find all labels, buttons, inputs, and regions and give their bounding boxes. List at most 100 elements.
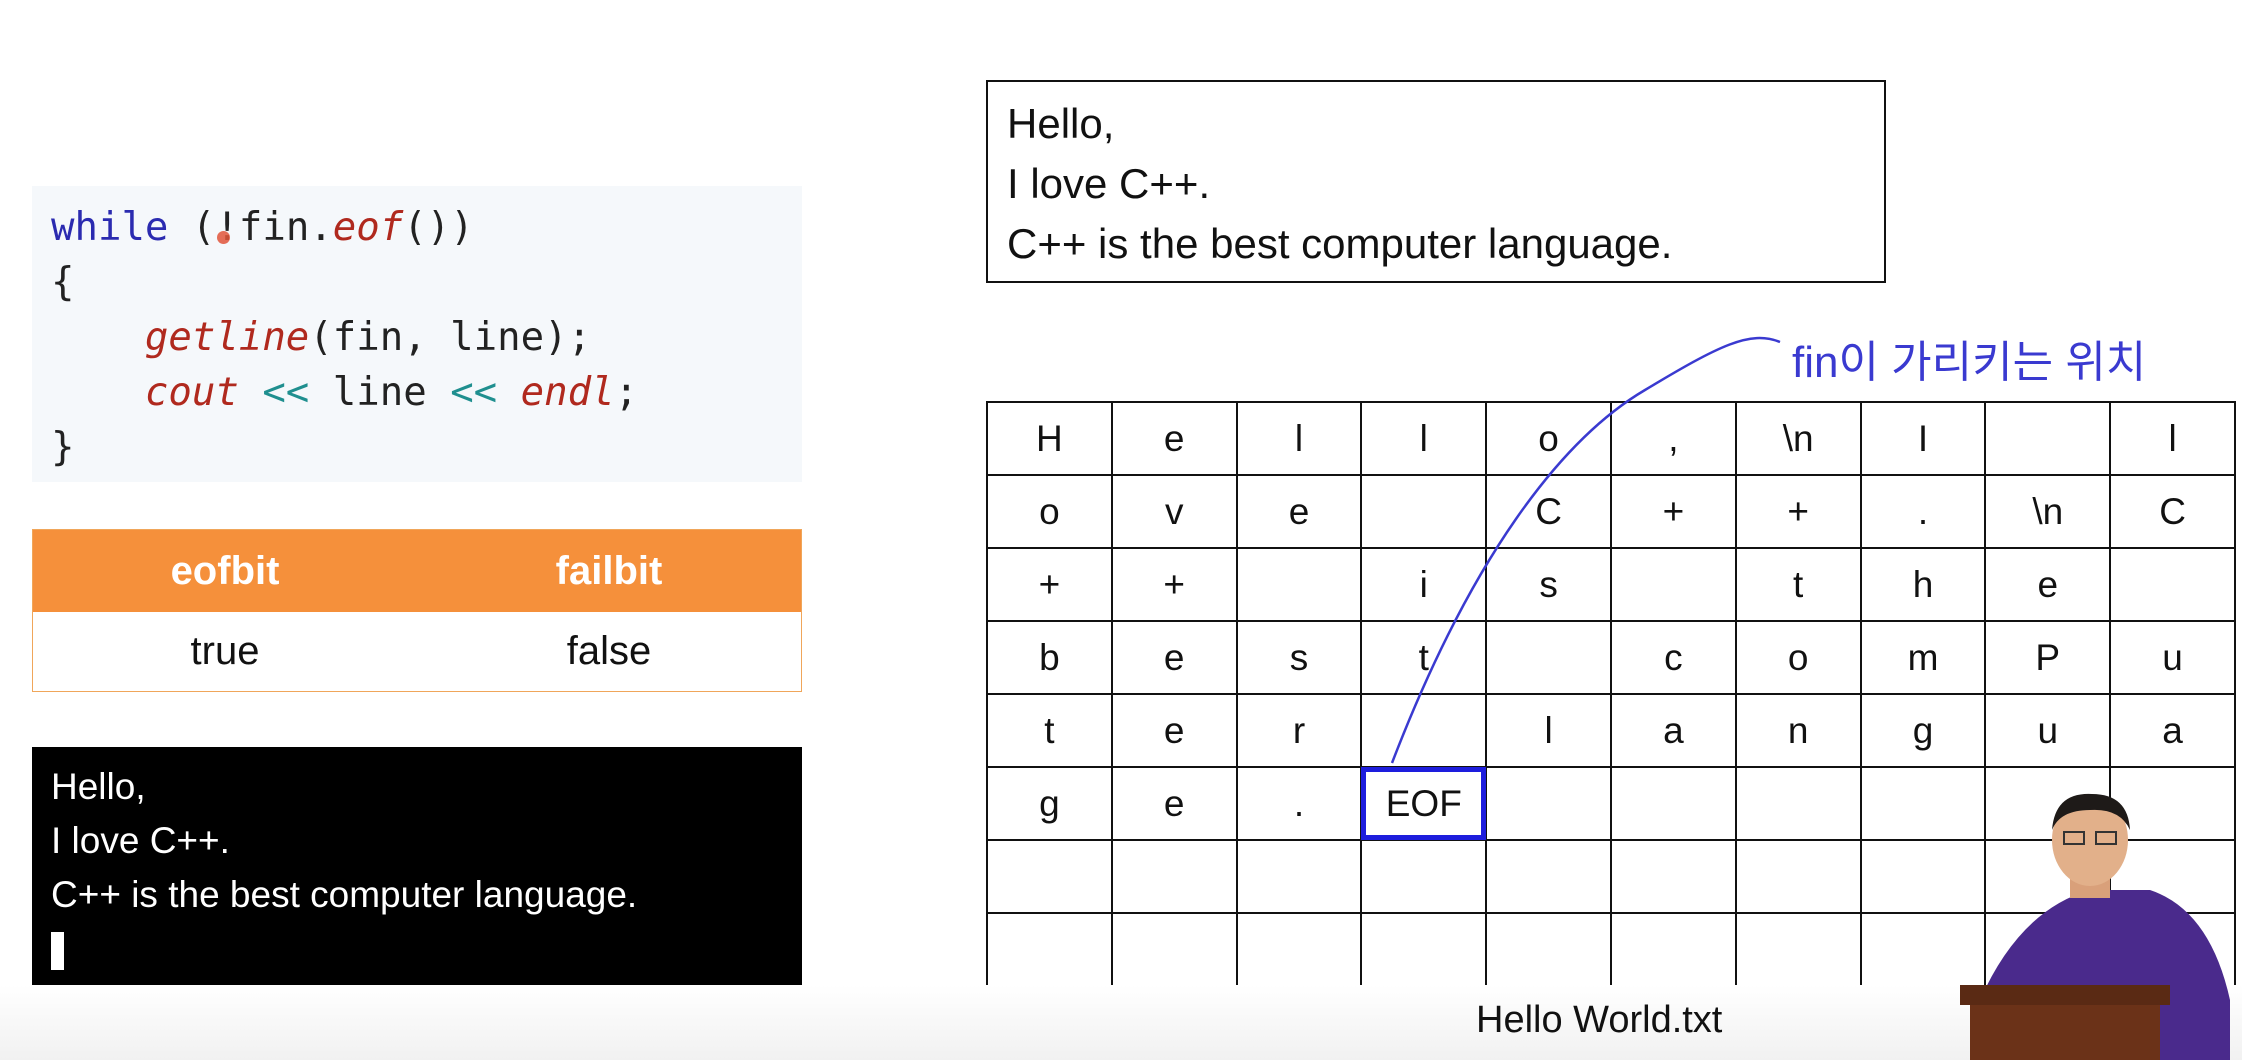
- grid-cell: a: [1609, 693, 1737, 768]
- grid-cell: [1360, 474, 1488, 549]
- code-token: getline: [144, 315, 310, 360]
- grid-cell: c: [1609, 620, 1737, 695]
- grid-cell: u: [2109, 620, 2236, 695]
- grid-cell: [1485, 912, 1612, 987]
- stream-flags-table: eofbit failbit true false: [32, 529, 802, 692]
- code-token: {: [51, 260, 75, 305]
- console-caret: [51, 932, 64, 970]
- grid-cell: t: [986, 693, 1113, 768]
- file-line: C++ is the best computer language.: [1007, 220, 1673, 267]
- code-token: while: [51, 205, 169, 250]
- grid-cell: e: [1110, 401, 1238, 476]
- grid-cell: I: [1859, 401, 1987, 476]
- grid-cell: o: [1734, 620, 1862, 695]
- grid-cell: e: [1110, 693, 1238, 768]
- grid-cell: .: [1859, 474, 1987, 549]
- grid-cell: .: [1235, 766, 1363, 841]
- code-token: ()): [403, 205, 474, 250]
- grid-cell: e: [1235, 474, 1363, 549]
- grid-cell: s: [1235, 620, 1363, 695]
- code-token: (fin, line);: [309, 315, 592, 360]
- file-content-box: Hello, I love C++. C++ is the best compu…: [986, 80, 1886, 283]
- console-line: Hello,: [51, 766, 146, 807]
- grid-row: He l l o, \n Il: [986, 401, 2236, 476]
- code-token: <<: [262, 370, 310, 415]
- console-output: Hello, I love C++. C++ is the best compu…: [32, 747, 802, 987]
- grid-cell: [1110, 912, 1238, 987]
- grid-cell: l: [1485, 693, 1612, 768]
- grid-cell: [1609, 839, 1737, 914]
- grid-cell: C: [2109, 474, 2236, 549]
- grid-cell: [1609, 547, 1737, 622]
- code-block: while (!fin.eof()){ getline(fin, line); …: [32, 186, 802, 482]
- grid-row: o v e C + +. \n C: [986, 474, 2236, 549]
- file-line: I love C++.: [1007, 160, 1211, 207]
- code-line: getline(fin, line);: [51, 310, 802, 365]
- grid-cell: [2109, 547, 2236, 622]
- grid-cell: [1609, 766, 1737, 841]
- grid-cell: u: [1984, 693, 2112, 768]
- grid-cell: t: [1360, 620, 1488, 695]
- console-line: I love C++.: [51, 820, 230, 861]
- eofbit-header: eofbit: [170, 548, 280, 593]
- grid-cell: [1235, 912, 1363, 987]
- grid-row: best comPu: [986, 620, 2236, 695]
- grid-cell: l: [1360, 401, 1488, 476]
- grid-cell: e: [1110, 620, 1238, 695]
- code-token: (: [168, 205, 216, 250]
- grid-cell: +: [986, 547, 1113, 622]
- code-token: cout: [144, 370, 239, 415]
- code-token: ;: [614, 370, 639, 415]
- code-token: !: [215, 205, 239, 250]
- console-line: C++ is the best computer language.: [51, 874, 638, 915]
- code-line: }: [51, 420, 802, 475]
- grid-cell: [1485, 839, 1612, 914]
- grid-cell: [1734, 912, 1862, 987]
- grid-cell: [1235, 547, 1363, 622]
- grid-cell: [1360, 693, 1488, 768]
- grid-cell: [1734, 839, 1862, 914]
- pointer-label: fin이 가리키는 위치: [1792, 338, 2147, 387]
- grid-cell: l: [1235, 401, 1363, 476]
- code-token: endl: [520, 370, 615, 415]
- grid-cell: [1360, 912, 1488, 987]
- grid-cell: e: [1110, 766, 1238, 841]
- grid-cell: [1110, 839, 1238, 914]
- code-token: <<: [450, 370, 498, 415]
- grid-cell: [1984, 401, 2112, 476]
- code-line: while (!fin.eof()): [51, 200, 802, 255]
- grid-cell: l: [2109, 401, 2236, 476]
- grid-row: + + i s t h e: [986, 547, 2236, 622]
- grid-cell: H: [986, 401, 1113, 476]
- bottom-shade: [0, 985, 2242, 1060]
- grid-cell: +: [1609, 474, 1737, 549]
- grid-cell: [1485, 766, 1612, 841]
- code-token: fin.: [238, 205, 333, 250]
- grid-cell: [1734, 766, 1862, 841]
- grid-cell: t: [1734, 547, 1862, 622]
- grid-cell: C: [1485, 474, 1612, 549]
- grid-cell: [1609, 912, 1737, 987]
- grid-cell: m: [1859, 620, 1987, 695]
- grid-cell: +: [1734, 474, 1862, 549]
- grid-cell: g: [986, 766, 1113, 841]
- flags-header-row: eofbit failbit: [33, 530, 801, 612]
- grid-cell: P: [1984, 620, 2112, 695]
- code-line: {: [51, 255, 802, 310]
- grid-cell: o: [1485, 401, 1612, 476]
- eofbit-value: true: [190, 629, 260, 673]
- grid-cell: ,: [1609, 401, 1737, 476]
- code-token: }: [51, 425, 75, 470]
- code-token: eof: [332, 205, 404, 250]
- grid-cell: o: [986, 474, 1113, 549]
- eof-cell: EOF: [1360, 766, 1488, 841]
- grid-cell: h: [1859, 547, 1987, 622]
- file-line: Hello,: [1007, 100, 1115, 147]
- code-token: line: [309, 370, 451, 415]
- grid-row: terlangua: [986, 693, 2236, 768]
- grid-cell: n: [1734, 693, 1862, 768]
- grid-cell: g: [1859, 693, 1987, 768]
